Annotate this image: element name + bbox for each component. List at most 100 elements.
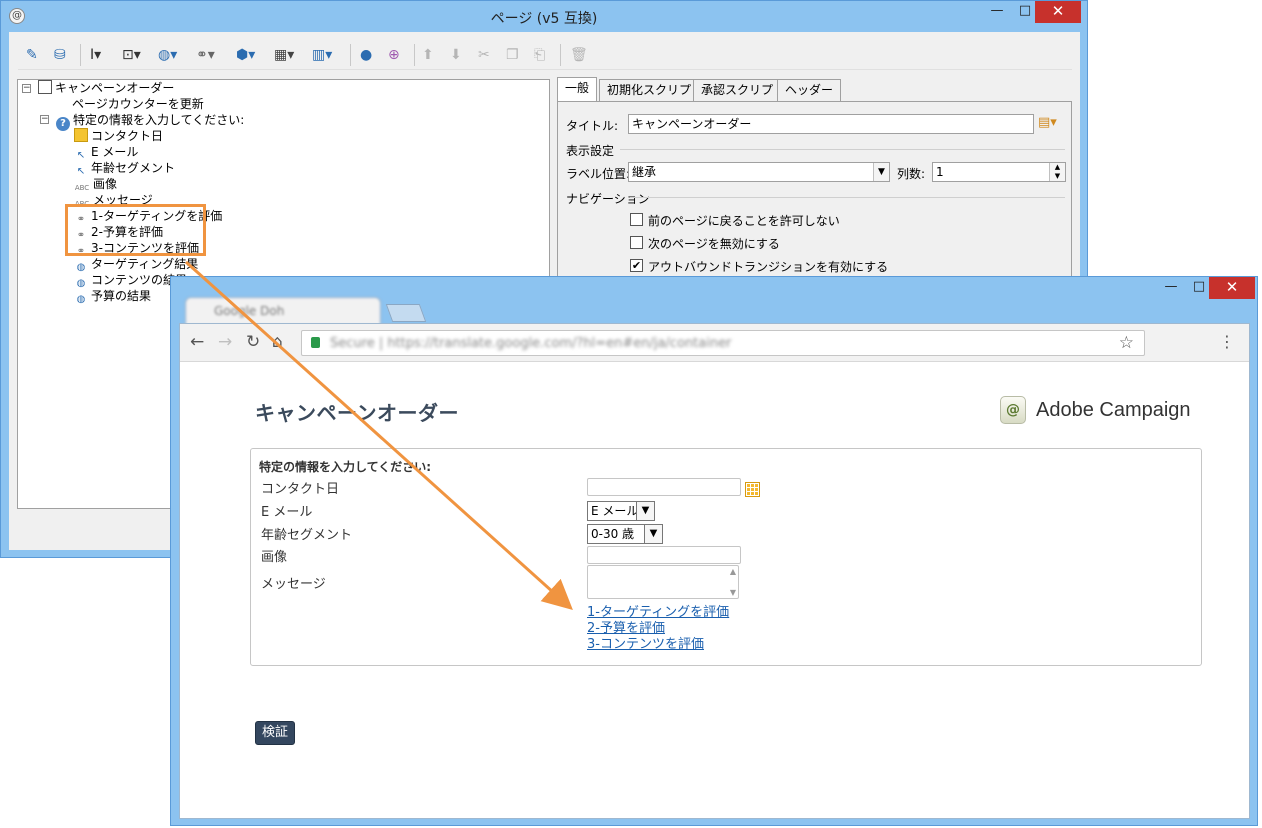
tree-node-targeting-result[interactable]: ◍ ターゲティング結果 bbox=[74, 256, 199, 273]
toolbar-separator bbox=[560, 44, 561, 66]
paste-icon[interactable]: ⎗ bbox=[534, 45, 545, 65]
forward-icon[interactable]: → bbox=[218, 333, 232, 351]
columns-value: 1 bbox=[936, 165, 944, 179]
adobe-campaign-logo: @ bbox=[1000, 396, 1026, 424]
browser-tab-title: Google Doh bbox=[214, 304, 285, 318]
message-textarea[interactable]: ▲ ▼ bbox=[587, 565, 739, 599]
navigation-heading: ナビゲーション bbox=[566, 192, 650, 206]
new-tab-button[interactable] bbox=[385, 304, 427, 322]
text-field-icon[interactable]: I▾ bbox=[90, 45, 101, 65]
tree-node-label: 予算の結果 bbox=[91, 289, 152, 303]
message-label: メッセージ bbox=[261, 577, 326, 592]
email-select[interactable]: E メール ▼ bbox=[587, 501, 655, 521]
label-position-select[interactable]: 継承 ▼ bbox=[628, 162, 890, 182]
move-down-icon[interactable]: ⬇ bbox=[450, 45, 462, 65]
tree-node-label: コンタクト日 bbox=[91, 129, 164, 143]
chevron-down-icon: ▼ bbox=[636, 502, 654, 520]
contact-date-input[interactable] bbox=[587, 478, 741, 496]
image-input[interactable] bbox=[587, 546, 741, 564]
collapse-root-icon[interactable]: − bbox=[22, 84, 31, 93]
collapse-question-icon[interactable]: − bbox=[40, 115, 49, 124]
link-evaluate-content[interactable]: 3-コンテンツを評価 bbox=[587, 633, 704, 652]
email-select-value: E メール bbox=[591, 504, 639, 518]
spinner-icon[interactable]: ▲ ▼ bbox=[1049, 163, 1065, 181]
columns-label: 列数: bbox=[897, 167, 926, 181]
delete-icon[interactable]: 🗑 bbox=[570, 45, 588, 65]
bookmark-star-icon[interactable]: ☆ bbox=[1119, 333, 1134, 353]
outbound-transition-label: アウトバウンドトランジションを有効にする bbox=[648, 260, 889, 274]
globe-icon[interactable]: ◍▾ bbox=[158, 45, 177, 65]
form-question: 特定の情報を入力してください: bbox=[259, 460, 432, 474]
tree-node-image[interactable]: ABC 画像 bbox=[74, 176, 117, 192]
title-options-icon[interactable]: ▤▾ bbox=[1038, 115, 1057, 130]
link-icon[interactable]: ⚭▾ bbox=[196, 45, 215, 65]
validate-button[interactable]: 検証 bbox=[255, 721, 296, 745]
tree-node-label: E メール bbox=[91, 145, 139, 159]
disable-next-checkbox[interactable] bbox=[630, 236, 643, 249]
reload-icon[interactable]: ↻ bbox=[246, 333, 260, 351]
tree-node-label: 年齢セグメント bbox=[91, 161, 176, 175]
tree-node-root[interactable]: キャンペーンオーダー bbox=[38, 80, 174, 96]
form-container: 特定の情報を入力してください: コンタクト日 E メール E メール ▼ 年齢セ… bbox=[250, 448, 1202, 666]
brand-name: Adobe Campaign bbox=[1036, 399, 1191, 421]
tree-node-label: キャンペーンオーダー bbox=[55, 81, 175, 95]
disable-next-label: 次のページを無効にする bbox=[648, 237, 780, 251]
close-button[interactable]: ✕ bbox=[1035, 1, 1081, 23]
address-bar[interactable]: Secure | https://translate.google.com/?h… bbox=[301, 330, 1145, 356]
toolbar-separator bbox=[80, 44, 81, 66]
age-segment-select[interactable]: 0-30 歳 ▼ bbox=[587, 524, 663, 544]
database-icon[interactable]: ⛁ bbox=[54, 45, 66, 65]
outbound-transition-checkbox[interactable]: ✔ bbox=[630, 259, 643, 272]
tree-node-label: 画像 bbox=[93, 177, 118, 191]
container-icon[interactable]: ⬢▾ bbox=[236, 45, 255, 65]
browser-close-button[interactable]: ✕ bbox=[1209, 277, 1255, 299]
tree-node-contact-date[interactable]: コンタクト日 bbox=[74, 128, 163, 144]
add-item-icon[interactable]: ⊕ bbox=[388, 45, 400, 65]
scroll-down-icon[interactable]: ▼ bbox=[730, 588, 736, 597]
links-highlight-box bbox=[65, 204, 206, 256]
label-position-value: 継承 bbox=[632, 165, 657, 179]
tree-node-budget-result[interactable]: ◍ 予算の結果 bbox=[74, 288, 152, 305]
title-label: タイトル: bbox=[566, 119, 619, 133]
tree-node-age-segment[interactable]: ↖ 年齢セグメント bbox=[74, 160, 176, 177]
email-label: E メール bbox=[261, 505, 313, 520]
browser-tab[interactable]: Google Doh bbox=[185, 297, 381, 325]
wizard-icon[interactable]: ✎ bbox=[26, 45, 38, 65]
group-divider bbox=[620, 149, 1065, 150]
tree-node-update-counter[interactable]: ページカウンターを更新 bbox=[72, 96, 204, 112]
tab-header[interactable]: ヘッダー bbox=[777, 79, 842, 101]
columns-icon[interactable]: ▥▾ bbox=[312, 45, 332, 65]
columns-stepper[interactable]: 1 ▲ ▼ bbox=[932, 162, 1066, 182]
table-icon[interactable]: ▦▾ bbox=[274, 45, 294, 65]
page-title: キャンペーンオーダー bbox=[255, 401, 459, 425]
menu-icon[interactable]: ⋮ bbox=[1219, 332, 1235, 351]
editor-titlebar[interactable]: @ ページ (v5 互換) — □ ✕ bbox=[1, 1, 1087, 31]
group-divider bbox=[630, 197, 1065, 198]
tree-node-question[interactable]: ? 特定の情報を入力してください: bbox=[56, 112, 244, 131]
chevron-down-icon: ▼ bbox=[873, 163, 889, 181]
image-label: 画像 bbox=[261, 550, 288, 565]
add-control-icon[interactable]: ⊡▾ bbox=[122, 45, 141, 65]
age-segment-label: 年齢セグメント bbox=[261, 528, 353, 543]
move-up-icon[interactable]: ⬆ bbox=[422, 45, 434, 65]
tree-node-email[interactable]: ↖ E メール bbox=[74, 144, 139, 161]
cut-icon[interactable]: ✂ bbox=[478, 45, 490, 65]
browser-window: Google Doh — □ ✕ ← → ↻ ⌂ Secure | https:… bbox=[170, 276, 1258, 826]
copy-icon[interactable]: ❐ bbox=[506, 45, 519, 65]
back-icon[interactable]: ← bbox=[190, 333, 204, 351]
no-back-label: 前のページに戻ることを許可しない bbox=[648, 214, 840, 228]
browser-client-area: ← → ↻ ⌂ Secure | https://translate.googl… bbox=[179, 323, 1250, 819]
calendar-icon[interactable] bbox=[745, 482, 760, 497]
browser-navbar: ← → ↻ ⌂ Secure | https://translate.googl… bbox=[180, 324, 1249, 362]
url-text: Secure | https://translate.google.com/?h… bbox=[330, 336, 732, 351]
home-icon[interactable]: ⌂ bbox=[272, 333, 283, 351]
tab-general[interactable]: 一般 bbox=[557, 77, 598, 101]
scroll-up-icon[interactable]: ▲ bbox=[730, 567, 736, 576]
tree-node-label: ターゲティング結果 bbox=[91, 257, 199, 271]
editor-toolbar: ✎ ⛁ I▾ ⊡▾ ◍▾ ⚭▾ ⬢▾ ▦▾ ▥▾ ● ⊕ ⬆ ⬇ ✂ ❐ ⎗ 🗑 bbox=[18, 40, 1072, 70]
toolbar-separator bbox=[414, 44, 415, 66]
title-input[interactable]: キャンペーンオーダー bbox=[628, 114, 1034, 134]
user-icon[interactable]: ● bbox=[360, 45, 372, 65]
question-icon: ? bbox=[56, 117, 70, 131]
no-back-checkbox[interactable] bbox=[630, 213, 643, 226]
